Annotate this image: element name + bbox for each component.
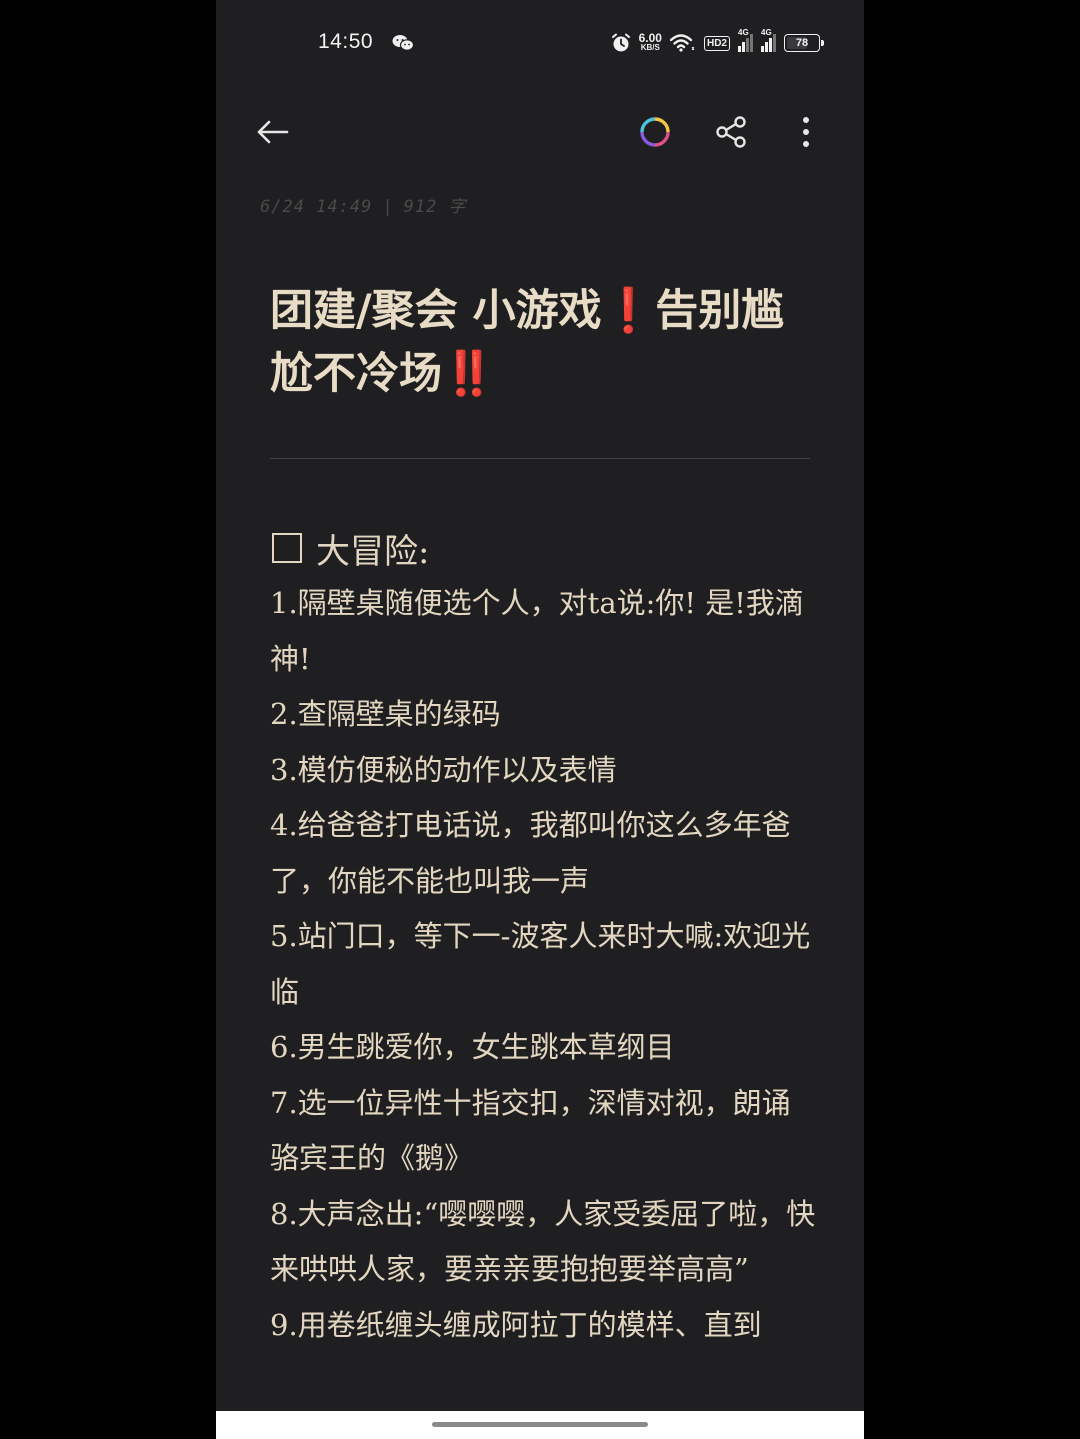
list-item: 1.隔壁桌随便选个人，对ta说:你! 是!我滴神! — [270, 586, 804, 676]
meta-separator: | — [382, 197, 394, 217]
note-body[interactable]: 大冒险: 1.隔壁桌随便选个人，对ta说:你! 是!我滴神! 2.查隔壁桌的绿码… — [270, 520, 816, 1353]
list-item: 6.男生跳爱你，女生跳本草纲目 — [270, 1030, 675, 1064]
navigation-bar — [216, 1411, 864, 1439]
status-icons: 6.00 KB/S HD2 4G 4G 78 — [611, 28, 824, 56]
wifi-icon — [669, 34, 695, 52]
wechat-icon — [392, 35, 414, 51]
battery-icon: 78 — [784, 34, 824, 52]
checkbox-icon[interactable] — [272, 533, 302, 563]
share-icon — [716, 116, 746, 148]
double-exclamation-icon: ‼️ — [442, 349, 496, 399]
theme-color-button[interactable] — [635, 112, 675, 152]
back-button[interactable] — [253, 112, 293, 152]
list-item: 5.站门口，等下一-波客人来时大喊:欢迎光临 — [270, 919, 811, 1009]
title-divider — [270, 458, 810, 459]
note-word-count: 912 字 — [403, 197, 467, 217]
more-options-button[interactable] — [786, 112, 826, 152]
net-speed: 6.00 KB/S — [638, 31, 662, 53]
sim1-network: 4G — [738, 28, 749, 37]
list-item: 2.查隔壁桌的绿码 — [270, 697, 501, 731]
hd-badge: HD2 — [703, 35, 730, 51]
status-time: 14:50 — [318, 30, 374, 53]
section-heading: 大冒险: — [270, 520, 816, 576]
list-item: 8.大声念出:“嘤嘤嘤，人家受委屈了啦，快来哄哄人家，要亲亲要抱抱要举高高” — [270, 1196, 816, 1287]
game-list: 1.隔壁桌随便选个人，对ta说:你! 是!我滴神! 2.查隔壁桌的绿码 3.模仿… — [270, 576, 816, 1353]
list-item: 3.模仿便秘的动作以及表情 — [270, 752, 617, 787]
net-speed-value: 6.00 — [638, 31, 662, 45]
note-meta: 6/24 14:49 | 912 字 — [260, 192, 467, 217]
note-title[interactable]: 团建/聚会 小游戏❗告别尴尬不冷场‼️ — [270, 280, 810, 406]
net-speed-unit: KB/S — [640, 43, 660, 52]
note-timestamp: 6/24 14:49 — [260, 197, 373, 217]
title-text-1: 团建/聚会 小游戏 — [270, 286, 602, 336]
sim2-network: 4G — [761, 28, 772, 37]
exclamation-icon: ❗ — [601, 286, 656, 336]
share-button[interactable] — [711, 112, 751, 152]
signal-icon: 4G — [738, 28, 753, 52]
home-indicator[interactable] — [432, 1422, 648, 1427]
battery-level: 78 — [795, 37, 809, 49]
signal-icon-sim2: 4G — [761, 28, 776, 52]
list-item: 7.选一位异性十指交扣，深情对视，朗诵骆宾王的《鹅》 — [270, 1085, 791, 1176]
color-ring-icon — [640, 117, 670, 147]
list-item: 9.用卷纸缠头缠成阿拉丁的模样、直到 — [270, 1307, 762, 1342]
note-screen: 14:50 6.00 KB/S HD2 4G 4G 78 6/24 14:49 … — [216, 0, 864, 1439]
list-item: 4.给爸爸打电话说，我都叫你这么多年爸了，你能不能也叫我一声 — [270, 808, 791, 898]
back-arrow-icon — [257, 120, 289, 144]
alarm-icon — [611, 33, 630, 52]
status-bar: 14:50 6.00 KB/S HD2 4G 4G 78 — [216, 0, 864, 86]
note-toolbar — [216, 100, 864, 164]
more-vertical-icon — [803, 117, 809, 147]
section-title: 大冒险: — [316, 531, 430, 572]
